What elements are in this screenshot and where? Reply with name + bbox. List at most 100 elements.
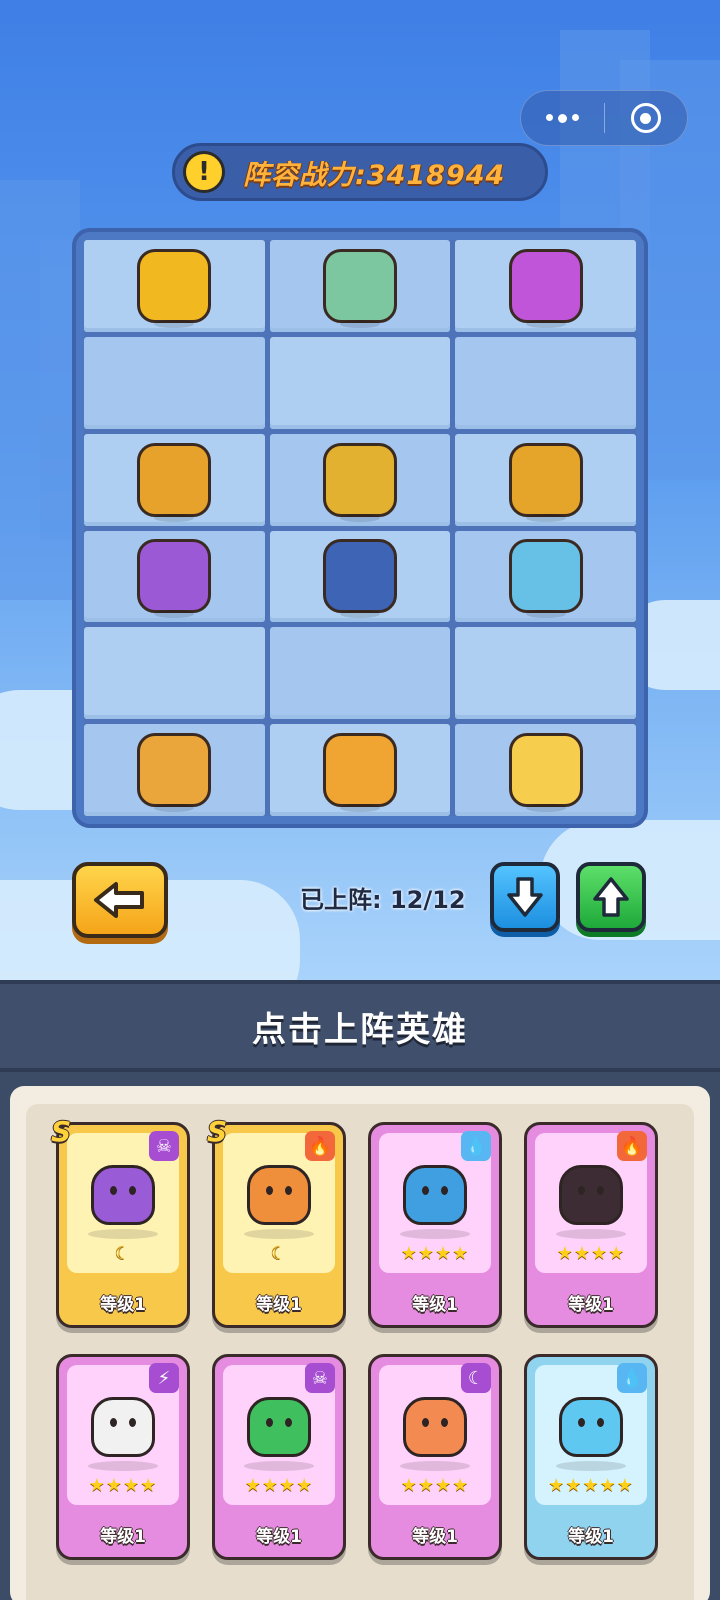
hero-card[interactable]: ⚡ ★★★★ 等级1 — [56, 1354, 190, 1560]
gold-stag-hero-icon[interactable] — [322, 442, 397, 522]
panda-archer-hero-icon[interactable] — [322, 248, 397, 328]
hero-card[interactable]: 🔥 S ☾ 等级1 — [207, 1115, 346, 1328]
hero-grade: ★★★★ — [556, 1243, 626, 1264]
section-title: 点击上阵英雄 — [252, 1009, 468, 1050]
arrow-down-icon — [507, 877, 543, 917]
golden-phoenix-hero-icon[interactable] — [137, 733, 212, 813]
more-dots-icon — [545, 113, 579, 123]
grid-cell[interactable] — [269, 240, 451, 332]
warning-icon[interactable]: ! — [183, 151, 225, 193]
grid-cell[interactable] — [269, 724, 451, 816]
hero-level: 等级1 — [100, 1295, 146, 1315]
winged-knight-hero-icon[interactable] — [137, 248, 212, 328]
grid-cell[interactable] — [269, 530, 451, 623]
hero-portrait — [247, 1397, 311, 1457]
hero-card[interactable]: 💧 ★★★★ 等级1 — [368, 1122, 502, 1328]
goggle-mage-hero-icon[interactable] — [322, 539, 397, 619]
light-princess-hero-icon[interactable] — [508, 733, 583, 813]
hero-grade: ★★★★ — [400, 1243, 470, 1264]
pet-shadow — [244, 1229, 314, 1239]
hero-level: 等级1 — [568, 1295, 614, 1315]
pet-shadow — [400, 1229, 470, 1239]
hero-card[interactable]: 💧 ★★★★★ 等级1 — [524, 1354, 658, 1560]
target-icon — [630, 103, 661, 133]
fire-icon: 🔥 — [305, 1131, 335, 1161]
formation-board — [72, 228, 648, 828]
arrow-left-icon — [94, 882, 144, 918]
hero-portrait — [91, 1165, 155, 1225]
grid-cell[interactable] — [84, 240, 265, 332]
hero-portrait — [403, 1397, 467, 1457]
hero-portrait — [403, 1165, 467, 1225]
miniprogram-capsule — [520, 90, 688, 146]
hero-grade: ★★★★ — [88, 1475, 158, 1496]
s-rank-badge: S — [51, 1115, 72, 1148]
hero-level: 等级1 — [256, 1527, 302, 1547]
pet-shadow — [400, 1461, 470, 1471]
hero-panel: ☠ S ☾ 等级1 🔥 S ☾ 等级1 💧 ★★★★ 等级1 🔥 ★★★★ 等级1 ⚡ ★★★★ 等级1 ☠ ★★★… — [0, 1072, 720, 1600]
skull-icon: ☠ — [305, 1363, 335, 1393]
hero-grade: ★★★★ — [400, 1475, 470, 1496]
move-down-button[interactable] — [490, 862, 560, 932]
more-button[interactable] — [521, 91, 604, 145]
arrow-up-icon — [593, 877, 629, 917]
hero-grade: ★★★★ — [244, 1475, 314, 1496]
grid-cell[interactable] — [455, 336, 636, 429]
grid-cell[interactable] — [455, 433, 636, 526]
grid-cell[interactable] — [84, 627, 265, 720]
moon-icon: ☾ — [461, 1363, 491, 1393]
hero-panel-frame: ☠ S ☾ 等级1 🔥 S ☾ 等级1 💧 ★★★★ 等级1 🔥 ★★★★ 等级1 ⚡ ★★★★ 等级1 ☠ ★★★… — [10, 1086, 710, 1600]
grid-cell[interactable] — [455, 530, 636, 623]
grid-cell[interactable] — [269, 433, 451, 526]
hero-grade: ☾ — [114, 1243, 132, 1264]
purple-mech-hero-icon[interactable] — [508, 248, 583, 328]
hero-portrait — [559, 1165, 623, 1225]
lion-beast-hero-icon[interactable] — [322, 733, 397, 813]
grid-cell[interactable] — [455, 627, 636, 720]
purple-dragon-hero-icon[interactable] — [137, 539, 212, 619]
grid-cell[interactable] — [84, 336, 265, 429]
grid-cell[interactable] — [84, 724, 265, 816]
trident-king-hero-icon[interactable] — [508, 539, 583, 619]
hero-portrait — [247, 1165, 311, 1225]
s-rank-badge: S — [207, 1115, 228, 1148]
grid-cell[interactable] — [269, 627, 451, 720]
hero-level: 等级1 — [412, 1527, 458, 1547]
pet-shadow — [88, 1229, 158, 1239]
back-button[interactable] — [72, 862, 168, 938]
formation-grid — [84, 240, 636, 816]
hero-grade: ☾ — [270, 1243, 288, 1264]
move-up-button[interactable] — [576, 862, 646, 932]
grid-cell[interactable] — [455, 240, 636, 332]
pet-shadow — [556, 1229, 626, 1239]
grid-cell[interactable] — [269, 336, 451, 429]
hero-level: 等级1 — [568, 1527, 614, 1547]
hero-grade: ★★★★★ — [548, 1475, 634, 1496]
pet-shadow — [556, 1461, 626, 1471]
skull-icon: ☠ — [149, 1131, 179, 1161]
gold-dragon-hero-icon[interactable] — [137, 442, 212, 522]
team-power-label: 阵容战力:3418944 — [243, 159, 506, 191]
water-icon: 💧 — [461, 1131, 491, 1161]
section-header: 点击上阵英雄 — [0, 980, 720, 1072]
hero-card[interactable]: 🔥 ★★★★ 等级1 — [524, 1122, 658, 1328]
deploy-count: 已上阵: 12/12 — [300, 886, 466, 914]
hero-level: 等级1 — [100, 1527, 146, 1547]
fire-icon: 🔥 — [617, 1131, 647, 1161]
hero-portrait — [559, 1397, 623, 1457]
grid-cell[interactable] — [455, 724, 636, 816]
grid-cell[interactable] — [84, 433, 265, 526]
hero-card[interactable]: ☠ ★★★★ 等级1 — [212, 1354, 346, 1560]
close-miniprogram-button[interactable] — [605, 91, 688, 145]
hero-level: 等级1 — [412, 1295, 458, 1315]
hero-portrait — [91, 1397, 155, 1457]
pet-shadow — [88, 1461, 158, 1471]
pet-shadow — [244, 1461, 314, 1471]
hero-card[interactable]: ☾ ★★★★ 等级1 — [368, 1354, 502, 1560]
grid-cell[interactable] — [84, 530, 265, 623]
hero-card-list: ☠ S ☾ 等级1 🔥 S ☾ 等级1 💧 ★★★★ 等级1 🔥 ★★★★ 等级1 ⚡ ★★★★ 等级1 ☠ ★★★… — [26, 1104, 694, 1600]
gold-serpent-hero-icon[interactable] — [508, 442, 583, 522]
lightning-icon: ⚡ — [149, 1363, 179, 1393]
hero-level: 等级1 — [256, 1295, 302, 1315]
hero-card[interactable]: ☠ S ☾ 等级1 — [51, 1115, 190, 1328]
